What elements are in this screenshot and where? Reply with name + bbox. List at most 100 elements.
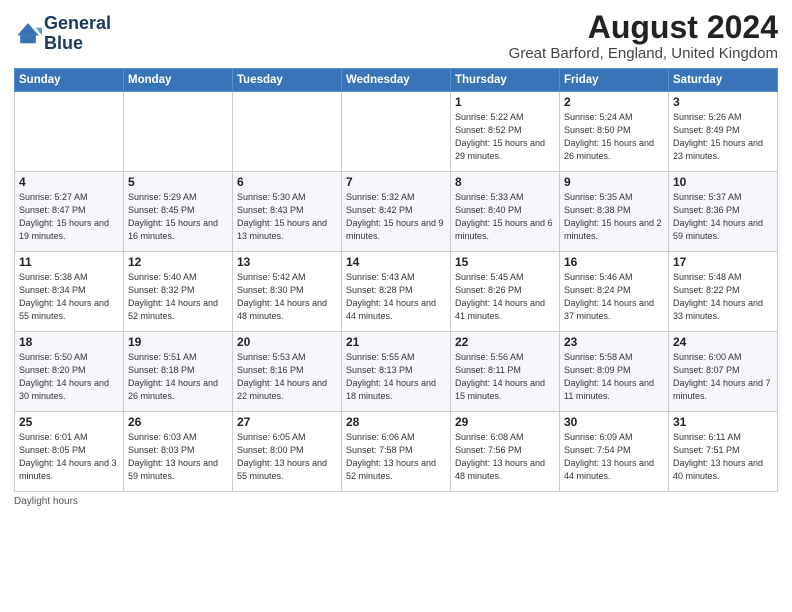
day-cell: 25Sunrise: 6:01 AM Sunset: 8:05 PM Dayli… — [15, 412, 124, 492]
day-info: Sunrise: 5:58 AM Sunset: 8:09 PM Dayligh… — [564, 351, 664, 403]
day-info: Sunrise: 5:29 AM Sunset: 8:45 PM Dayligh… — [128, 191, 228, 243]
day-number: 1 — [455, 95, 555, 109]
day-info: Sunrise: 5:56 AM Sunset: 8:11 PM Dayligh… — [455, 351, 555, 403]
day-cell: 26 Sunrise: 6:03 AM Sunset: 8:03 PM Dayli… — [124, 412, 233, 492]
day-info: Sunrise: 5:38 AM Sunset: 8:34 PM Dayligh… — [19, 271, 119, 323]
day-number: 25 — [19, 415, 119, 429]
footer-note: Daylight hours — [14, 496, 778, 507]
day-number: 22 — [455, 335, 555, 349]
day-cell: 14Sunrise: 5:43 AM Sunset: 8:28 PM Dayli… — [342, 252, 451, 332]
day-number: 14 — [346, 255, 446, 269]
day-cell: 30 Sunrise: 6:09 AM Sunset: 7:54 PM Dayli… — [560, 412, 669, 492]
day-number: 6 — [237, 175, 337, 189]
day-cell: 31 Sunrise: 6:11 AM Sunset: 7:51 PM Dayli… — [669, 412, 778, 492]
day-number: 9 — [564, 175, 664, 189]
day-info: Sunrise: 6:03 AM Sunset: 8:03 PM Dayligh… — [128, 431, 228, 483]
logo-icon — [14, 20, 42, 48]
day-info: Sunrise: 5:24 AM Sunset: 8:50 PM Dayligh… — [564, 111, 664, 163]
day-number: 16 — [564, 255, 664, 269]
day-number: 17 — [673, 255, 773, 269]
day-cell: 18 Sunrise: 5:50 AM Sunset: 8:20 PM Dayli… — [15, 332, 124, 412]
day-info: Sunrise: 6:00 AM Sunset: 8:07 PM Dayligh… — [673, 351, 773, 403]
day-number: 11 — [19, 255, 119, 269]
calendar-body: 1Sunrise: 5:22 AM Sunset: 8:52 PM Daylig… — [15, 92, 778, 492]
day-info: Sunrise: 5:50 AM Sunset: 8:20 PM Dayligh… — [19, 351, 119, 403]
calendar-header: SundayMondayTuesdayWednesdayThursdayFrid… — [15, 69, 778, 92]
day-number: 12 — [128, 255, 228, 269]
day-info: Sunrise: 5:30 AM Sunset: 8:43 PM Dayligh… — [237, 191, 337, 243]
day-cell: 19 Sunrise: 5:51 AM Sunset: 8:18 PM Dayli… — [124, 332, 233, 412]
day-cell: 22 Sunrise: 5:56 AM Sunset: 8:11 PM Dayli… — [451, 332, 560, 412]
day-info: Sunrise: 5:35 AM Sunset: 8:38 PM Dayligh… — [564, 191, 664, 243]
day-info: Sunrise: 5:37 AM Sunset: 8:36 PM Dayligh… — [673, 191, 773, 243]
day-cell: 27 Sunrise: 6:05 AM Sunset: 8:00 PM Dayli… — [233, 412, 342, 492]
day-cell — [124, 92, 233, 172]
header: General Blue August 2024 Great Barford, … — [14, 10, 778, 62]
day-cell: 12Sunrise: 5:40 AM Sunset: 8:32 PM Dayli… — [124, 252, 233, 332]
day-info: Sunrise: 6:05 AM Sunset: 8:00 PM Dayligh… — [237, 431, 337, 483]
day-cell — [15, 92, 124, 172]
day-cell: 13 Sunrise: 5:42 AM Sunset: 8:30 PM Dayli… — [233, 252, 342, 332]
header-cell-monday: Monday — [124, 69, 233, 92]
day-cell: 24 Sunrise: 6:00 AM Sunset: 8:07 PM Dayli… — [669, 332, 778, 412]
day-number: 8 — [455, 175, 555, 189]
day-cell: 16Sunrise: 5:46 AM Sunset: 8:24 PM Dayli… — [560, 252, 669, 332]
week-row-5: 25Sunrise: 6:01 AM Sunset: 8:05 PM Dayli… — [15, 412, 778, 492]
day-number: 7 — [346, 175, 446, 189]
day-number: 18 — [19, 335, 119, 349]
day-number: 5 — [128, 175, 228, 189]
week-row-4: 18 Sunrise: 5:50 AM Sunset: 8:20 PM Dayli… — [15, 332, 778, 412]
day-number: 23 — [564, 335, 664, 349]
day-info: Sunrise: 5:45 AM Sunset: 8:26 PM Dayligh… — [455, 271, 555, 323]
day-number: 15 — [455, 255, 555, 269]
day-cell: 23 Sunrise: 5:58 AM Sunset: 8:09 PM Dayli… — [560, 332, 669, 412]
header-cell-tuesday: Tuesday — [233, 69, 342, 92]
day-number: 26 — [128, 415, 228, 429]
title-area: August 2024 Great Barford, England, Unit… — [509, 10, 778, 62]
day-cell: 17 Sunrise: 5:48 AM Sunset: 8:22 PM Dayli… — [669, 252, 778, 332]
day-info: Sunrise: 5:55 AM Sunset: 8:13 PM Dayligh… — [346, 351, 446, 403]
header-cell-thursday: Thursday — [451, 69, 560, 92]
day-info: Sunrise: 6:08 AM Sunset: 7:56 PM Dayligh… — [455, 431, 555, 483]
day-number: 24 — [673, 335, 773, 349]
day-cell: 7Sunrise: 5:32 AM Sunset: 8:42 PM Daylig… — [342, 172, 451, 252]
week-row-2: 4Sunrise: 5:27 AM Sunset: 8:47 PM Daylig… — [15, 172, 778, 252]
day-number: 21 — [346, 335, 446, 349]
calendar-table: SundayMondayTuesdayWednesdayThursdayFrid… — [14, 68, 778, 492]
day-number: 13 — [237, 255, 337, 269]
day-cell: 3 Sunrise: 5:26 AM Sunset: 8:49 PM Daylig… — [669, 92, 778, 172]
day-cell — [342, 92, 451, 172]
day-number: 4 — [19, 175, 119, 189]
day-number: 30 — [564, 415, 664, 429]
logo-line1: General — [44, 14, 111, 34]
day-number: 31 — [673, 415, 773, 429]
day-info: Sunrise: 5:26 AM Sunset: 8:49 PM Dayligh… — [673, 111, 773, 163]
day-cell: 5 Sunrise: 5:29 AM Sunset: 8:45 PM Daylig… — [124, 172, 233, 252]
day-info: Sunrise: 5:33 AM Sunset: 8:40 PM Dayligh… — [455, 191, 555, 243]
day-info: Sunrise: 5:48 AM Sunset: 8:22 PM Dayligh… — [673, 271, 773, 323]
day-number: 2 — [564, 95, 664, 109]
day-cell: 28Sunrise: 6:06 AM Sunset: 7:58 PM Dayli… — [342, 412, 451, 492]
day-number: 27 — [237, 415, 337, 429]
day-number: 20 — [237, 335, 337, 349]
logo-line2: Blue — [44, 34, 111, 54]
header-cell-sunday: Sunday — [15, 69, 124, 92]
day-info: Sunrise: 6:11 AM Sunset: 7:51 PM Dayligh… — [673, 431, 773, 483]
day-cell: 6 Sunrise: 5:30 AM Sunset: 8:43 PM Daylig… — [233, 172, 342, 252]
day-info: Sunrise: 6:09 AM Sunset: 7:54 PM Dayligh… — [564, 431, 664, 483]
header-cell-friday: Friday — [560, 69, 669, 92]
day-cell: 10Sunrise: 5:37 AM Sunset: 8:36 PM Dayli… — [669, 172, 778, 252]
header-row: SundayMondayTuesdayWednesdayThursdayFrid… — [15, 69, 778, 92]
day-cell: 21 Sunrise: 5:55 AM Sunset: 8:13 PM Dayli… — [342, 332, 451, 412]
day-info: Sunrise: 5:51 AM Sunset: 8:18 PM Dayligh… — [128, 351, 228, 403]
week-row-1: 1Sunrise: 5:22 AM Sunset: 8:52 PM Daylig… — [15, 92, 778, 172]
page: General Blue August 2024 Great Barford, … — [0, 0, 792, 515]
day-cell: 29Sunrise: 6:08 AM Sunset: 7:56 PM Dayli… — [451, 412, 560, 492]
day-number: 19 — [128, 335, 228, 349]
day-cell: 20Sunrise: 5:53 AM Sunset: 8:16 PM Dayli… — [233, 332, 342, 412]
subtitle: Great Barford, England, United Kingdom — [509, 45, 778, 62]
day-info: Sunrise: 5:42 AM Sunset: 8:30 PM Dayligh… — [237, 271, 337, 323]
main-title: August 2024 — [509, 10, 778, 45]
day-number: 3 — [673, 95, 773, 109]
header-cell-wednesday: Wednesday — [342, 69, 451, 92]
